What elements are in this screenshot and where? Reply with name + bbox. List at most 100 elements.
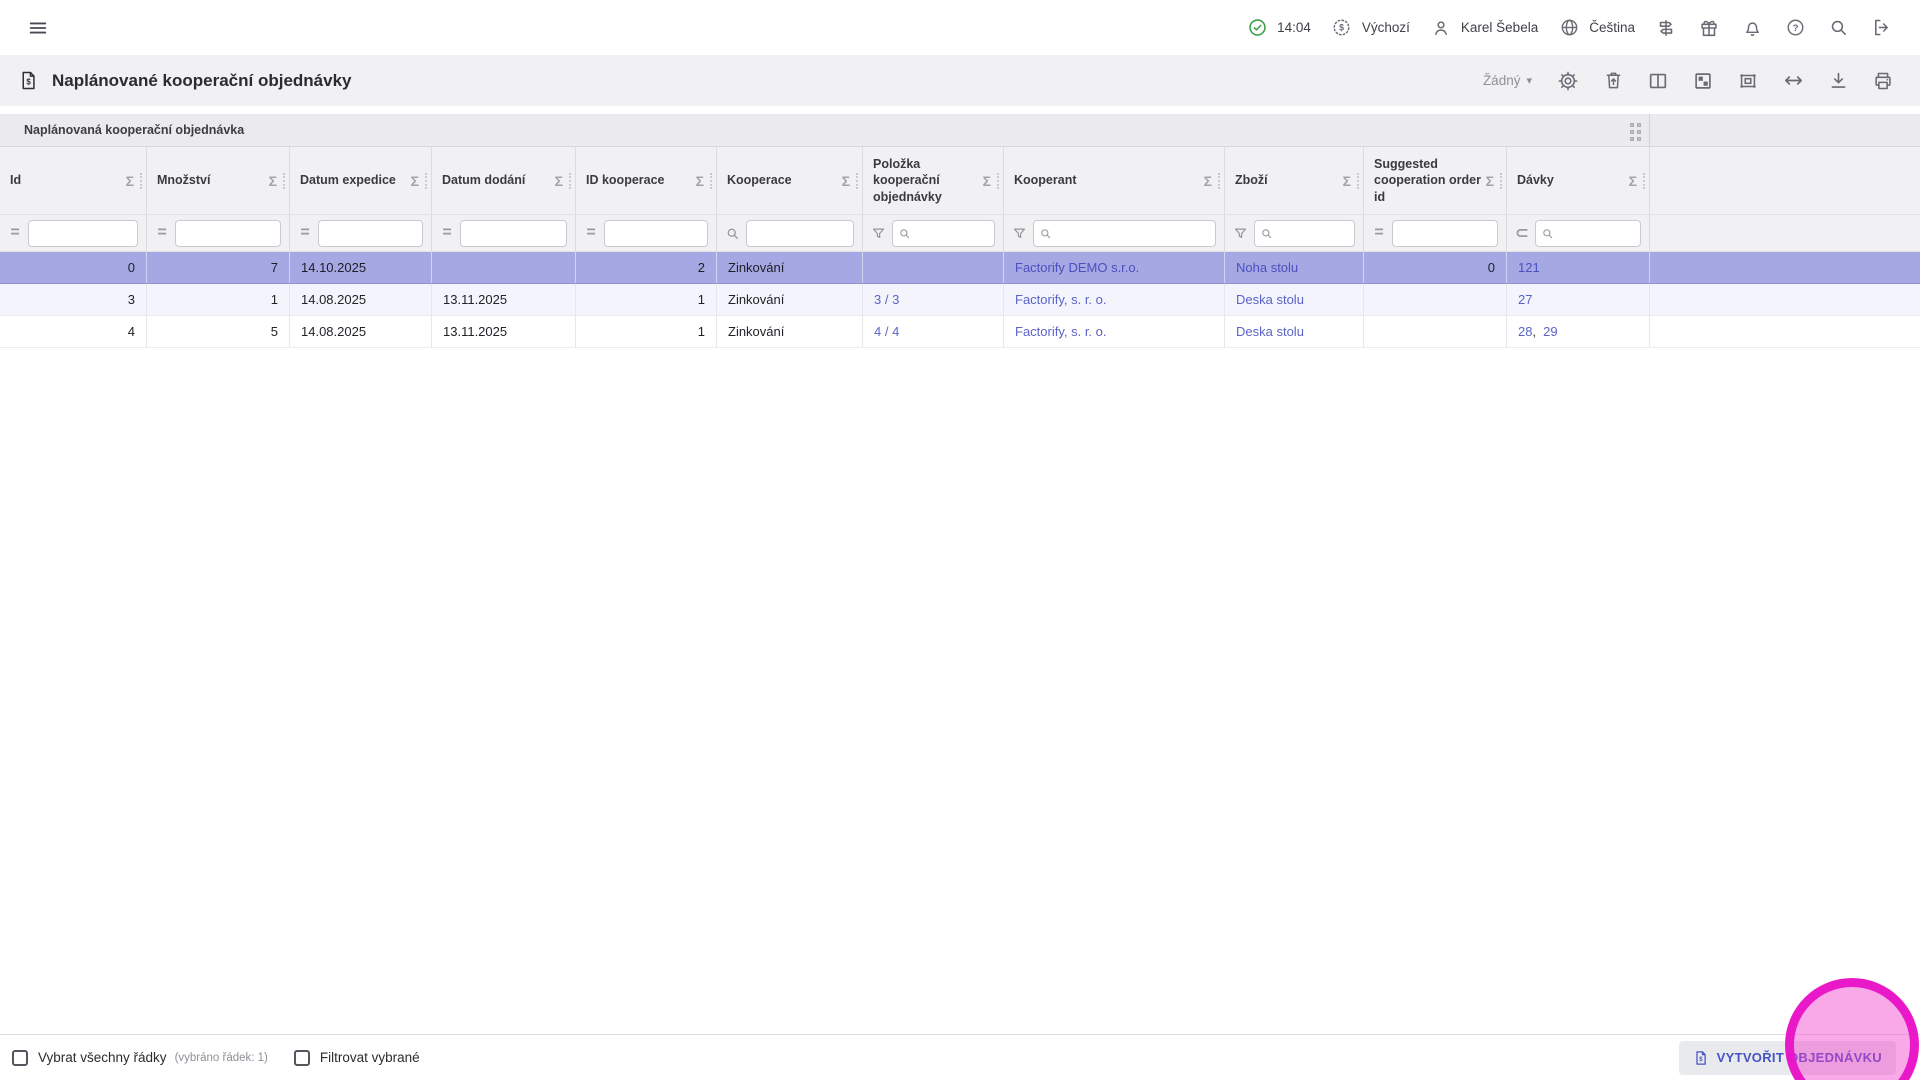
equals-operator-icon[interactable]: =	[155, 224, 169, 242]
cell-id: 3	[0, 284, 147, 315]
create-order-button[interactable]: $ VYTVOŘIT OBJEDNÁVKU	[1678, 1040, 1896, 1075]
filter-input-goods[interactable]	[1254, 219, 1355, 247]
language-selector[interactable]: Čeština	[1557, 16, 1635, 40]
column-resize-handle[interactable]	[1643, 172, 1645, 189]
column-header-cooperation-id[interactable]: ID kooperace Σ	[576, 147, 717, 214]
expand-horizontal-icon[interactable]	[1781, 69, 1805, 93]
restore-trash-icon[interactable]	[1601, 69, 1625, 93]
column-header-goods[interactable]: Zboží Σ	[1225, 147, 1364, 214]
settings-gear-icon[interactable]	[1556, 69, 1580, 93]
column-header-dispatch-date[interactable]: Datum expedice Σ	[290, 147, 432, 214]
user-menu[interactable]: Karel Šebela	[1429, 16, 1538, 40]
filter-selected-control[interactable]: Filtrovat vybrané	[293, 1049, 420, 1066]
cooperant-link[interactable]: Factorify, s. r. o.	[1015, 292, 1107, 307]
subset-operator-icon[interactable]: ⊂	[1515, 223, 1529, 243]
help-icon[interactable]: ?	[1783, 16, 1807, 40]
cooperant-link[interactable]: Factorify DEMO s.r.o.	[1015, 260, 1139, 275]
sigma-aggregate-icon[interactable]: Σ	[1202, 173, 1214, 189]
column-header-quantity[interactable]: Množství Σ	[147, 147, 290, 214]
notifications-bell-icon[interactable]	[1740, 16, 1764, 40]
filter-input-cooperant[interactable]	[1033, 219, 1216, 247]
sigma-aggregate-icon[interactable]: Σ	[553, 173, 565, 189]
goods-link[interactable]: Noha stolu	[1236, 260, 1298, 275]
columns-icon[interactable]	[1646, 69, 1670, 93]
sigma-aggregate-icon[interactable]: Σ	[840, 173, 852, 189]
order-item-link[interactable]: 4 / 4	[874, 324, 899, 339]
sigma-aggregate-icon[interactable]: Σ	[981, 173, 993, 189]
sigma-aggregate-icon[interactable]: Σ	[267, 173, 279, 189]
search-icon[interactable]	[1826, 16, 1850, 40]
batch-link[interactable]: 29	[1543, 324, 1557, 339]
cooperant-link[interactable]: Factorify, s. r. o.	[1015, 324, 1107, 339]
batch-link[interactable]: 27	[1518, 292, 1532, 307]
table-row[interactable]: 3 1 14.08.2025 13.11.2025 1 Zinkování 3 …	[0, 284, 1920, 316]
column-resize-handle[interactable]	[283, 172, 285, 189]
cell-goods: Deska stolu	[1225, 316, 1364, 347]
column-header-cooperation[interactable]: Kooperace Σ	[717, 147, 863, 214]
logout-icon[interactable]	[1869, 16, 1893, 40]
grip-handle-icon[interactable]	[1630, 123, 1641, 141]
column-resize-handle[interactable]	[710, 172, 712, 189]
column-resize-handle[interactable]	[140, 172, 142, 189]
fit-view-icon[interactable]	[1736, 69, 1760, 93]
dashboard-layout-icon[interactable]	[1691, 69, 1715, 93]
select-all-checkbox[interactable]	[12, 1049, 28, 1066]
funnel-filter-icon[interactable]	[1233, 226, 1248, 241]
sigma-aggregate-icon[interactable]: Σ	[1484, 173, 1496, 189]
sigma-aggregate-icon[interactable]: Σ	[694, 173, 706, 189]
column-header-batches[interactable]: Dávky Σ	[1507, 147, 1650, 214]
equals-operator-icon[interactable]: =	[298, 224, 312, 242]
column-header-cooperation-order-item[interactable]: Položka kooperační objednávky Σ	[863, 147, 1004, 214]
batch-link[interactable]: 28	[1518, 324, 1532, 339]
column-resize-handle[interactable]	[425, 172, 427, 189]
search-operator-icon[interactable]	[725, 226, 740, 241]
sigma-aggregate-icon[interactable]: Σ	[409, 173, 421, 189]
select-all-label: Vybrat všechny řádky	[38, 1050, 167, 1065]
batch-link[interactable]: 121	[1518, 260, 1540, 275]
hamburger-menu-icon[interactable]	[26, 16, 50, 40]
column-header-delivery-date[interactable]: Datum dodání Σ	[432, 147, 576, 214]
column-resize-handle[interactable]	[1357, 172, 1359, 189]
column-header-id[interactable]: Id Σ	[0, 147, 147, 214]
column-resize-handle[interactable]	[997, 172, 999, 189]
column-resize-handle[interactable]	[1218, 172, 1220, 189]
equals-operator-icon[interactable]: =	[584, 224, 598, 242]
equals-operator-icon[interactable]: =	[1372, 224, 1386, 242]
funnel-filter-icon[interactable]	[871, 226, 886, 241]
filter-input-delivery-date[interactable]	[460, 219, 567, 247]
sigma-aggregate-icon[interactable]: Σ	[124, 173, 136, 189]
filter-input-dispatch-date[interactable]	[318, 219, 423, 247]
order-item-link[interactable]: 3 / 3	[874, 292, 899, 307]
column-resize-handle[interactable]	[1500, 172, 1502, 189]
funnel-filter-icon[interactable]	[1012, 226, 1027, 241]
filter-input-cooperation[interactable]	[746, 219, 854, 247]
sigma-aggregate-icon[interactable]: Σ	[1627, 173, 1639, 189]
column-header-cooperant[interactable]: Kooperant Σ	[1004, 147, 1225, 214]
print-icon[interactable]	[1871, 69, 1895, 93]
filter-input-id[interactable]	[28, 219, 138, 247]
goods-link[interactable]: Deska stolu	[1236, 292, 1304, 307]
filter-input-cooperation-id[interactable]	[604, 219, 708, 247]
profile-selector[interactable]: $ Výchozí	[1330, 16, 1410, 40]
column-resize-handle[interactable]	[569, 172, 571, 189]
filter-input-cooperation-order-item[interactable]	[892, 219, 995, 247]
select-all-rows-control[interactable]: Vybrat všechny řádky (vybráno řádek: 1)	[12, 1049, 268, 1066]
sigma-aggregate-icon[interactable]: Σ	[1341, 173, 1353, 189]
check-circle-icon[interactable]	[1245, 16, 1269, 40]
table-row[interactable]: 0 7 14.10.2025 2 Zinkování Factorify DEM…	[0, 252, 1920, 284]
equals-operator-icon[interactable]: =	[8, 224, 22, 242]
column-header-suggested-order-id[interactable]: Suggested cooperation order id Σ	[1364, 147, 1507, 214]
equals-operator-icon[interactable]: =	[440, 224, 454, 242]
filter-input-suggested-order-id[interactable]	[1392, 219, 1498, 247]
gift-icon[interactable]	[1697, 16, 1721, 40]
download-icon[interactable]	[1826, 69, 1850, 93]
filter-input-quantity[interactable]	[175, 219, 281, 247]
goods-link[interactable]: Deska stolu	[1236, 324, 1304, 339]
view-selector-dropdown[interactable]: Žádný ▾	[1483, 73, 1532, 88]
signpost-icon[interactable]	[1654, 16, 1678, 40]
filter-input-batches[interactable]	[1535, 219, 1641, 247]
table-row[interactable]: 4 5 14.08.2025 13.11.2025 1 Zinkování 4 …	[0, 316, 1920, 348]
column-resize-handle[interactable]	[856, 172, 858, 189]
filter-selected-checkbox[interactable]	[293, 1049, 310, 1066]
cell-cooperation-order-item	[863, 252, 1004, 283]
